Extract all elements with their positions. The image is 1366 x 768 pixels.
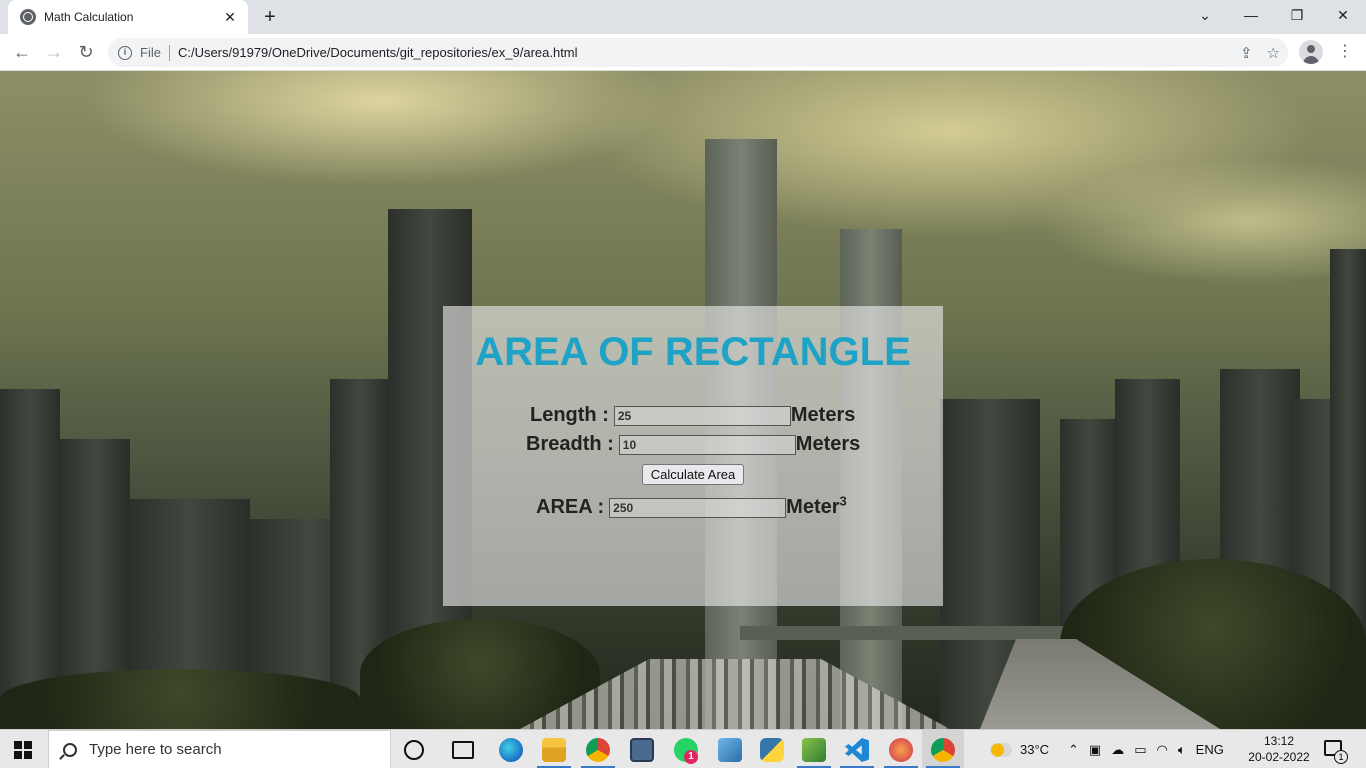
page-viewport: AREA OF RECTANGLE Length : 25 Meters Bre… [0,71,1366,729]
share-icon[interactable]: ⇪ [1240,44,1253,62]
whatsapp-badge: 1 [684,750,698,764]
cortana-icon[interactable] [404,740,424,760]
vscode-icon[interactable] [845,738,869,762]
profile-avatar-icon[interactable] [1299,40,1323,64]
weather-temperature: 33°C [1020,742,1050,757]
address-bar[interactable]: i File C:/Users/91979/OneDrive/Documents… [108,38,1288,67]
close-window-button[interactable]: ✕ [1320,0,1366,30]
bookmark-star-icon[interactable]: ☆ [1267,44,1280,62]
address-url[interactable]: C:/Users/91979/OneDrive/Documents/git_re… [178,45,578,60]
search-icon [63,742,77,757]
breadth-unit: Meters [795,433,861,455]
python-icon[interactable] [760,738,784,762]
battery-icon[interactable]: ▭ [1134,742,1146,758]
breadth-label: Breadth : [526,433,614,455]
area-output[interactable]: 250 [609,497,787,518]
close-tab-icon[interactable]: ✕ [222,9,238,26]
onedrive-cloud-icon[interactable]: ☁ [1111,742,1124,758]
volume-icon[interactable]: 🔈︎ [1178,742,1186,758]
tab-title: Math Calculation [44,10,134,24]
length-label: Length : [530,404,609,426]
length-row: Length : 25 Meters [530,404,855,427]
reload-icon[interactable]: ↻ [72,38,100,66]
area-label: AREA : [536,496,605,518]
browser-toolbar: ← → ↻ i File C:/Users/91979/OneDrive/Doc… [0,34,1366,71]
length-unit: Meters [790,404,856,426]
area-unit-exponent: 3 [839,493,847,509]
chrome-active-icon[interactable] [931,738,955,762]
globe-icon [20,9,36,25]
clock-time: 13:12 [1263,734,1295,748]
restore-button[interactable]: ❐ [1274,0,1320,30]
area-unit: Meter3 [786,493,847,519]
taskbar-search-placeholder: Type here to search [89,741,222,758]
page-title: AREA OF RECTANGLE [475,330,911,374]
area-unit-text: Meter [786,496,840,518]
tab-search-chevron-icon[interactable]: ⌄ [1182,0,1228,30]
task-view-icon[interactable] [452,741,474,759]
new-tab-button[interactable]: + [258,5,282,29]
meet-now-icon[interactable]: ▣ [1089,742,1101,758]
scheme-chip: File [140,45,161,60]
weather-widget[interactable]: 33°C [990,730,1049,768]
language-indicator[interactable]: ENG [1196,742,1224,757]
wifi-icon[interactable]: ◠ [1157,742,1168,758]
breadth-input[interactable]: 10 [618,434,796,455]
network-computer-icon[interactable] [718,738,742,762]
windows-start-icon[interactable] [14,741,32,759]
length-input[interactable]: 25 [613,405,791,426]
notification-count-badge: 1 [1334,750,1348,764]
forward-arrow-icon[interactable]: → [40,38,68,66]
tab-math-calculation[interactable]: Math Calculation ✕ [8,0,248,34]
weather-sun-icon [990,742,1012,757]
minimize-button[interactable]: — [1228,0,1274,30]
area-calculator-card: AREA OF RECTANGLE Length : 25 Meters Bre… [443,306,943,606]
tray-expand-chevron-icon[interactable]: ⌃ [1068,742,1079,758]
tab-strip: Math Calculation ✕ + ⌄ — ❐ ✕ [0,0,1366,34]
site-info-icon[interactable]: i [118,45,132,60]
chrome-icon[interactable] [586,738,610,762]
calculate-area-button[interactable]: Calculate Area [642,464,744,485]
edge-icon[interactable] [499,738,523,762]
address-separator [168,44,170,61]
calculator-icon[interactable] [630,738,654,762]
browser-menu-icon[interactable]: ⋮ [1335,40,1355,64]
windows-taskbar: Type here to search 1 33°C ⌃ ▣ ☁ ▭ ◠ 🔈︎ … [0,729,1366,768]
clock-date: 20-02-2022 [1248,750,1310,764]
notepad-plus-icon[interactable] [802,738,826,762]
taskbar-search-box[interactable]: Type here to search [48,730,391,768]
paint-icon[interactable] [889,738,913,762]
system-tray: ⌃ ▣ ☁ ▭ ◠ 🔈︎ ENG [1068,730,1224,768]
file-explorer-icon[interactable] [542,738,566,762]
breadth-row: Breadth : 10 Meters [526,433,860,456]
area-row: AREA : 250 Meter3 [536,493,847,519]
taskbar-clock[interactable]: 13:12 20-02-2022 [1244,733,1314,765]
back-arrow-icon[interactable]: ← [8,38,36,66]
